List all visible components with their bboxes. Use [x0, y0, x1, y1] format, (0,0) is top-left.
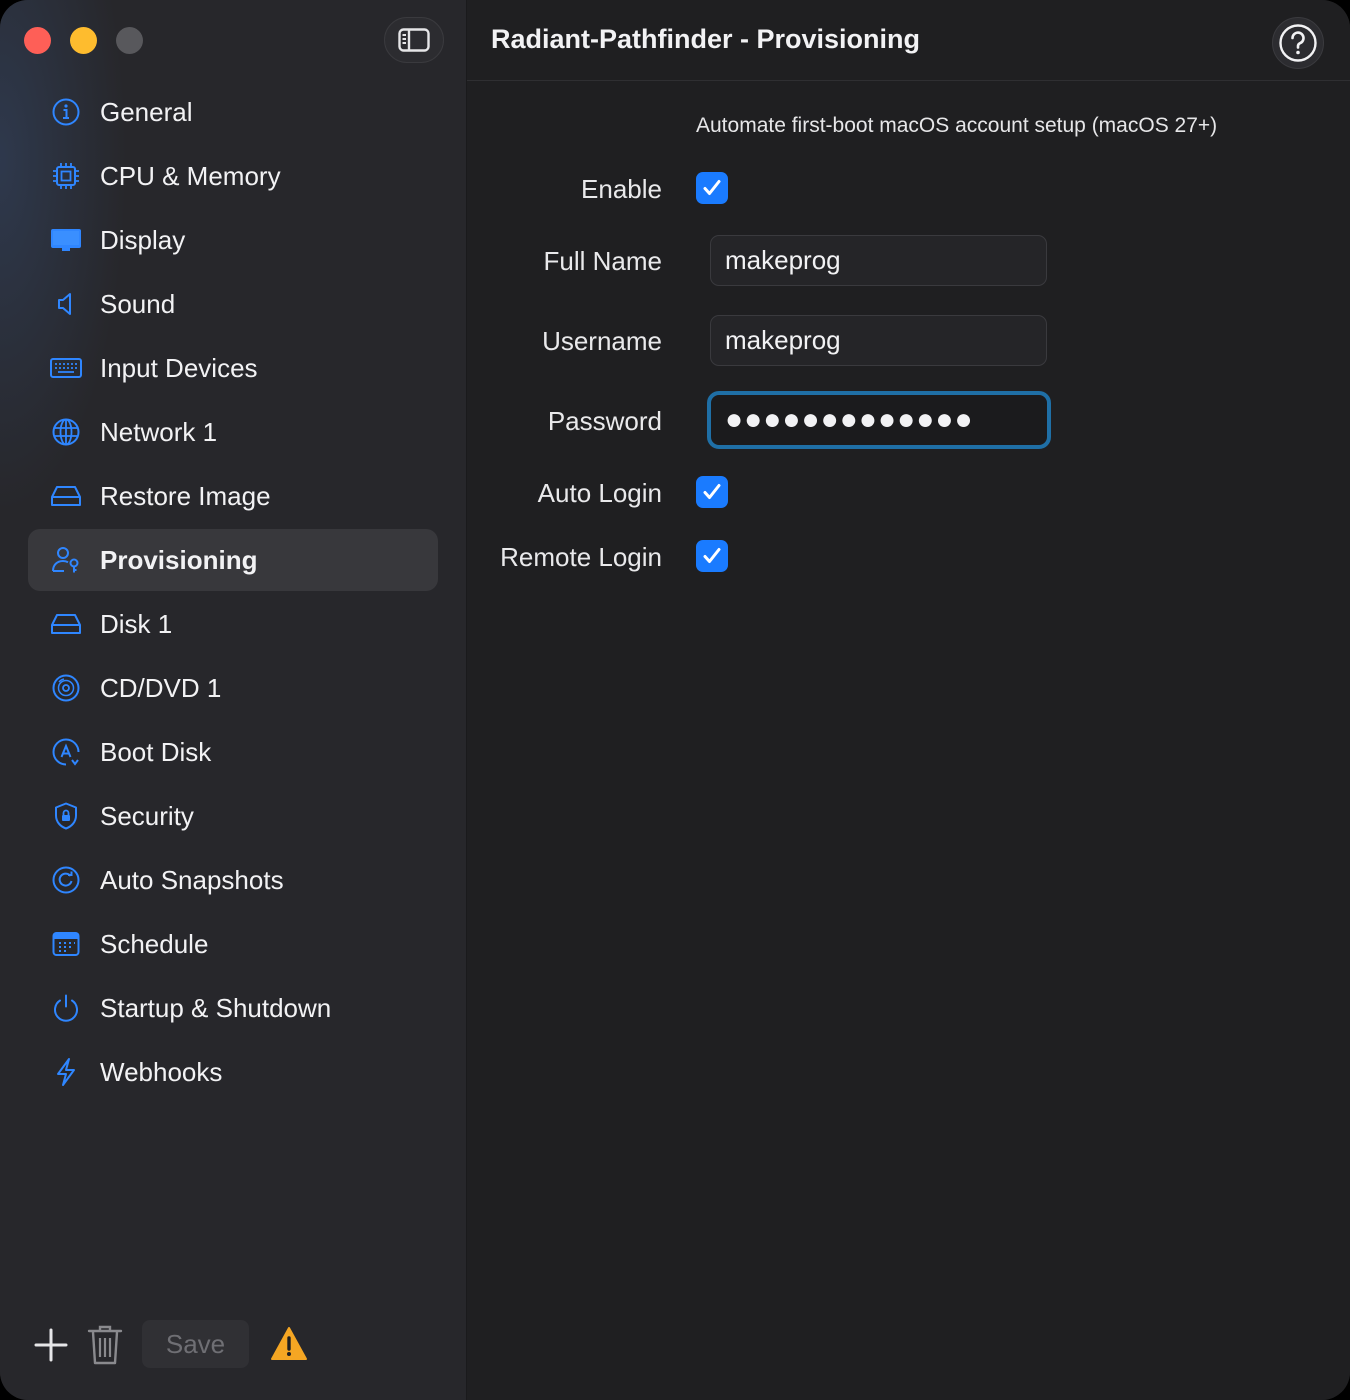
- person-key-icon: [50, 544, 82, 576]
- sidebar-item-label: Display: [100, 224, 186, 255]
- bolt-icon: [50, 1056, 82, 1088]
- app-window: General CPU & Memory Display Sound Input: [0, 0, 1350, 1400]
- sidebar-item-cd-dvd-1[interactable]: CD/DVD 1: [28, 657, 438, 719]
- sidebar-item-label: Boot Disk: [100, 736, 212, 767]
- sidebar-item-general[interactable]: General: [28, 81, 438, 143]
- snapshot-clock-icon: [50, 864, 82, 896]
- disc-icon: [50, 672, 82, 704]
- sidebar-item-provisioning[interactable]: Provisioning: [28, 529, 438, 591]
- sidebar-item-network-1[interactable]: Network 1: [28, 401, 438, 463]
- sidebar-item-label: CPU & Memory: [100, 160, 281, 191]
- save-button[interactable]: Save: [142, 1320, 249, 1368]
- sidebar-item-label: Webhooks: [100, 1056, 223, 1087]
- sidebar-item-label: Startup & Shutdown: [100, 992, 332, 1023]
- sidebar-item-disk-1[interactable]: Disk 1: [28, 593, 438, 655]
- remote-login-label: Remote Login: [500, 542, 662, 572]
- calendar-icon: [50, 928, 82, 960]
- sidebar-item-webhooks[interactable]: Webhooks: [28, 1041, 438, 1103]
- username-label: Username: [542, 326, 662, 356]
- speaker-icon: [50, 288, 82, 320]
- sidebar-item-label: Sound: [100, 288, 176, 319]
- close-window-button[interactable]: [24, 27, 51, 54]
- sidebar-item-display[interactable]: Display: [28, 209, 438, 271]
- checkmark-icon: [703, 180, 721, 195]
- enable-label: Enable: [581, 174, 662, 204]
- cpu-chip-icon: [50, 160, 82, 192]
- auto-login-checkbox[interactable]: [696, 476, 728, 508]
- checkmark-icon: [703, 548, 721, 563]
- keyboard-icon: [50, 352, 82, 384]
- sidebar-item-label: Security: [100, 800, 194, 831]
- sidebar-item-label: General: [100, 96, 193, 127]
- titlebar: Radiant-Pathfinder - Provisioning: [467, 0, 1350, 81]
- drive-icon: [50, 480, 82, 512]
- sidebar-item-label: CD/DVD 1: [100, 672, 222, 703]
- sidebar-item-auto-snapshots[interactable]: Auto Snapshots: [28, 849, 438, 911]
- sidebar-toggle-button[interactable]: [384, 17, 444, 63]
- trash-icon: [87, 1325, 123, 1365]
- checkmark-icon: [703, 484, 721, 499]
- window-title: Radiant-Pathfinder - Provisioning: [491, 24, 921, 54]
- sidebar-item-schedule[interactable]: Schedule: [28, 913, 438, 975]
- enable-checkbox[interactable]: [696, 172, 728, 204]
- plus-icon: [34, 1328, 68, 1362]
- sidebar-item-label: Auto Snapshots: [100, 864, 284, 895]
- sidebar-item-label: Provisioning: [100, 544, 258, 575]
- sidebar-item-sound[interactable]: Sound: [28, 273, 438, 335]
- provisioning-description: Automate first-boot macOS account setup …: [696, 114, 1218, 137]
- sidebar-item-label: Restore Image: [100, 480, 271, 511]
- main-content: Radiant-Pathfinder - Provisioning Automa…: [467, 0, 1350, 1400]
- remote-login-checkbox[interactable]: [696, 540, 728, 572]
- sidebar: General CPU & Memory Display Sound Input: [0, 0, 467, 1400]
- sidebar-item-label: Schedule: [100, 928, 209, 959]
- sidebar-item-restore-image[interactable]: Restore Image: [28, 465, 438, 527]
- warning-icon[interactable]: [270, 1326, 308, 1362]
- display-icon: [50, 224, 82, 256]
- help-button[interactable]: [1272, 17, 1324, 69]
- full-name-field[interactable]: makeprog: [710, 235, 1047, 286]
- question-circle-icon: [1279, 24, 1317, 62]
- sidebar-item-label: Network 1: [100, 416, 218, 447]
- boot-disk-icon: [50, 736, 82, 768]
- full-name-label: Full Name: [543, 246, 662, 276]
- username-field[interactable]: makeprog: [710, 315, 1047, 366]
- sidebar-item-boot-disk[interactable]: Boot Disk: [28, 721, 438, 783]
- info-circle-icon: [50, 96, 82, 128]
- password-label: Password: [547, 406, 662, 436]
- sidebar-item-label: Input Devices: [100, 352, 258, 383]
- add-vm-button[interactable]: [32, 1326, 70, 1364]
- zoom-window-button[interactable]: [116, 27, 143, 54]
- drive-icon: [50, 608, 82, 640]
- sidebar-toggle-icon: [398, 28, 430, 52]
- shield-lock-icon: [50, 800, 82, 832]
- minimize-window-button[interactable]: [70, 27, 97, 54]
- power-icon: [50, 992, 82, 1024]
- password-field[interactable]: ●●●●●●●●●●●●●: [707, 391, 1051, 449]
- delete-vm-button[interactable]: [86, 1322, 124, 1366]
- auto-login-label: Auto Login: [537, 478, 662, 508]
- sidebar-item-label: Disk 1: [100, 608, 173, 639]
- sidebar-item-security[interactable]: Security: [28, 785, 438, 847]
- sidebar-item-startup-shutdown[interactable]: Startup & Shutdown: [28, 977, 438, 1039]
- sidebar-item-cpu-memory[interactable]: CPU & Memory: [28, 145, 438, 207]
- sidebar-item-input-devices[interactable]: Input Devices: [28, 337, 438, 399]
- globe-icon: [50, 416, 82, 448]
